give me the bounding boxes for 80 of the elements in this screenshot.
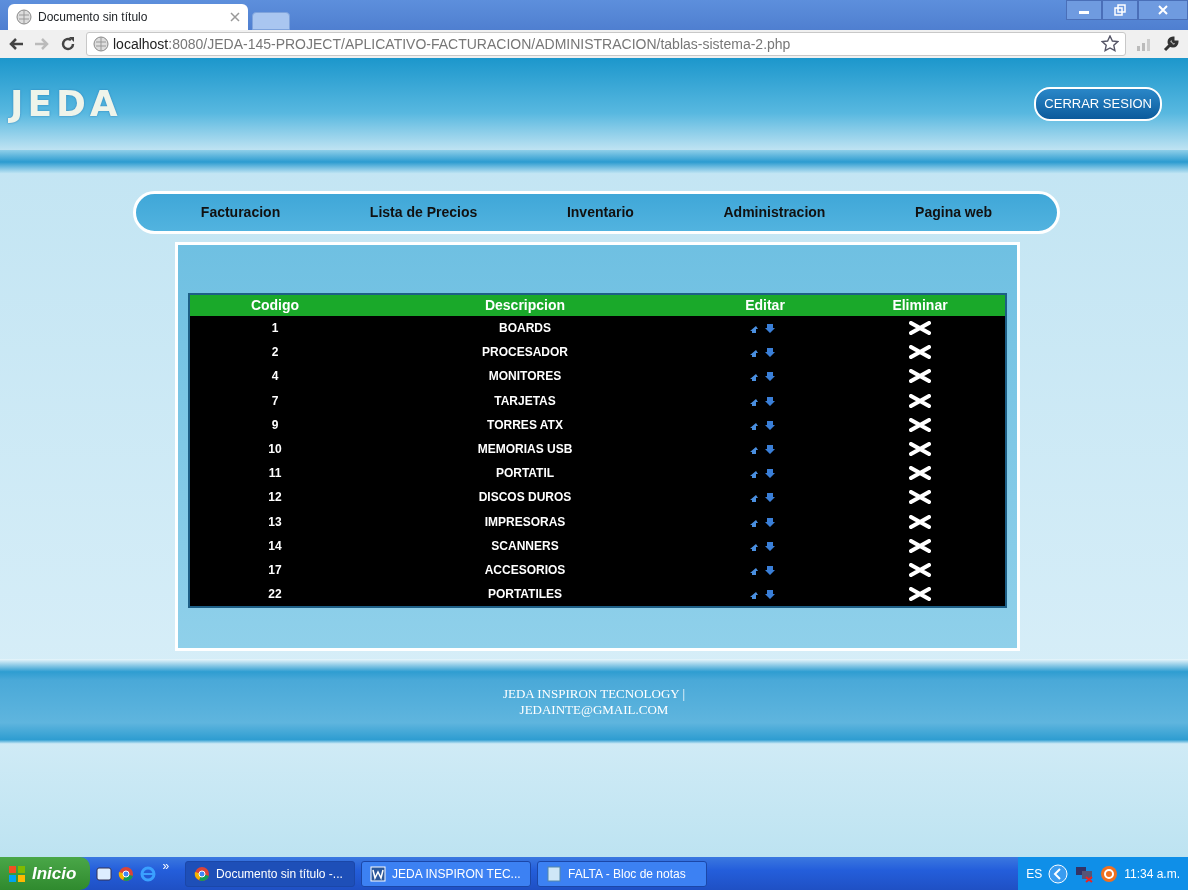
table-cell-text: PORTATIL — [494, 465, 556, 483]
nav-link[interactable]: Administracion — [723, 202, 826, 223]
column-header: Eliminar — [891, 296, 949, 315]
x-mark-icon[interactable] — [909, 369, 931, 384]
start-button[interactable]: Inicio — [0, 857, 91, 890]
table-cell-text: 12 — [267, 489, 283, 507]
table-cell-text: PORTATILES — [486, 586, 564, 604]
close-icon — [1158, 5, 1168, 15]
table-cell-text: ACCESORIOS — [483, 561, 567, 579]
x-mark-icon[interactable] — [909, 587, 931, 602]
document-w-icon — [370, 865, 387, 882]
minimize-button[interactable] — [1066, 0, 1102, 20]
url-path: :8080/JEDA-145-PROJECT/APLICATIVO-FACTURACION/ADMINISTRACION/tablas-sistema-2.php — [168, 34, 791, 54]
table-cell-text: 9 — [270, 416, 280, 434]
table-cell-text: MONITORES — [487, 368, 563, 386]
x-mark-icon[interactable] — [909, 345, 931, 360]
chrome-icon — [194, 865, 211, 882]
logout-button[interactable]: CERRAR SESION — [1034, 87, 1162, 121]
more-button[interactable]: » — [162, 857, 170, 875]
url-host: localhost — [113, 34, 169, 54]
footer-text: JEDA INSPIRON TECNOLOGY | — [502, 685, 686, 702]
browser-tab[interactable]: Documento sin título — [8, 4, 248, 30]
signal-bars-icon — [1136, 37, 1152, 51]
taskbar-button[interactable]: FALTA - Bloc de notas — [537, 860, 708, 887]
notepad-icon — [546, 865, 563, 882]
table-cell-text: TARJETAS — [493, 392, 557, 410]
table-cell-text: 1 — [270, 320, 280, 338]
x-mark-icon[interactable] — [909, 490, 931, 505]
column-header: Editar — [744, 296, 786, 315]
table-cell-text: SCANNERS — [490, 537, 560, 555]
taskbar-button[interactable]: Documento sin título -... — [185, 860, 356, 887]
restore-button[interactable] — [1102, 0, 1138, 20]
x-mark-icon[interactable] — [909, 442, 931, 457]
close-button[interactable] — [1138, 0, 1188, 20]
star-icon[interactable] — [1101, 35, 1119, 53]
desktop-icon[interactable] — [96, 865, 113, 882]
globe-icon — [16, 9, 32, 25]
reload-icon[interactable] — [60, 36, 76, 52]
wrench-icon[interactable] — [1162, 35, 1180, 53]
table-cell-text: 22 — [267, 586, 283, 604]
back-arrow-icon[interactable] — [8, 37, 24, 51]
x-mark-icon[interactable] — [909, 321, 931, 336]
nav-link[interactable]: Facturacion — [200, 202, 281, 223]
x-mark-icon[interactable] — [909, 393, 931, 408]
restore-icon — [1114, 4, 1126, 16]
table-cell-text: 14 — [267, 537, 283, 555]
network-icon[interactable] — [1074, 864, 1095, 883]
table-cell-text: PROCESADOR — [481, 344, 569, 362]
table-cell-text: TORRES ATX — [486, 416, 564, 434]
table-cell-text: DISCOS DUROS — [477, 489, 573, 507]
windows-logo-icon — [8, 864, 26, 883]
nav-link[interactable]: Inventario — [566, 202, 634, 223]
close-icon[interactable] — [230, 12, 240, 22]
clock: 11:34 a.m. — [1124, 865, 1180, 883]
x-mark-icon[interactable] — [909, 538, 931, 553]
tray-app-icon[interactable] — [1100, 864, 1119, 883]
table-cell-text: 11 — [267, 465, 283, 483]
x-mark-icon[interactable] — [909, 466, 931, 481]
taskbar-button[interactable]: JEDA INSPIRON TEC... — [361, 860, 532, 887]
table-cell-text: IMPRESORAS — [483, 513, 567, 531]
x-mark-icon[interactable] — [909, 417, 931, 432]
chevron-icon[interactable] — [1048, 863, 1069, 884]
table-cell-text: BOARDS — [498, 320, 552, 338]
table-cell-text: 4 — [270, 368, 280, 386]
column-header: Descripcion — [483, 296, 567, 315]
x-mark-icon[interactable] — [909, 514, 931, 529]
chrome-icon[interactable] — [118, 865, 135, 882]
table-cell-text: 2 — [270, 344, 280, 362]
table-cell-text: 10 — [267, 441, 283, 459]
column-header: Codigo — [249, 296, 301, 315]
table-cell-text: 17 — [267, 561, 283, 579]
table-cell-text: 13 — [267, 513, 283, 531]
address-bar[interactable]: localhost:8080/JEDA-145-PROJECT/APLICATIVO-FACTURACION/ADMINISTRACION/tablas-sistema-2.php — [86, 32, 1126, 56]
table-cell-text: 7 — [270, 392, 280, 410]
footer-text: JEDAINTE@GMAIL.COM — [519, 701, 669, 718]
x-mark-icon[interactable] — [909, 562, 931, 577]
nav-link[interactable]: Lista de Precios — [369, 202, 478, 223]
nav-link[interactable]: Pagina web — [915, 202, 993, 223]
globe-icon — [93, 36, 109, 52]
table-cell-text: MEMORIAS USB — [476, 441, 574, 459]
